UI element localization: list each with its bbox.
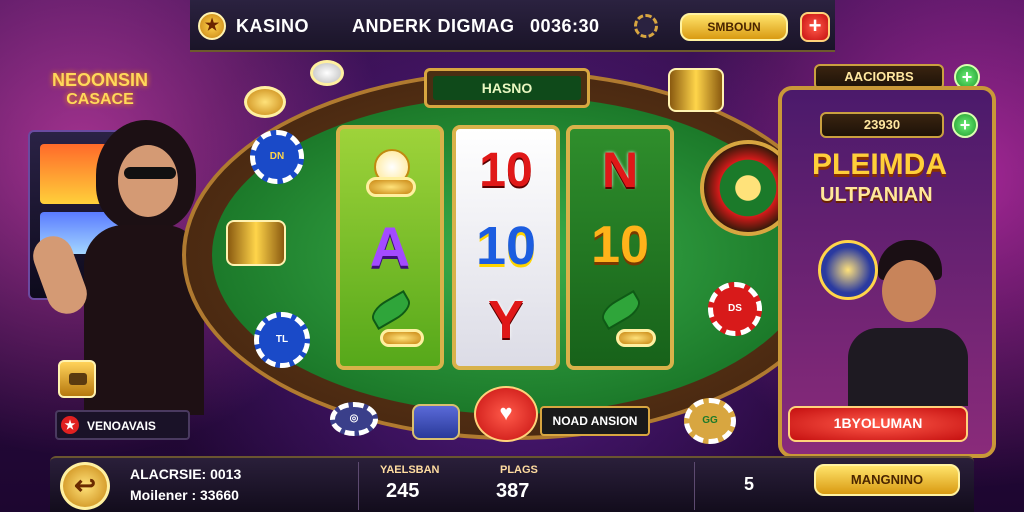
poker-chip-icon: DS [708, 282, 762, 336]
promo-action-button[interactable]: 1BYOLUMAN [788, 406, 968, 442]
count-value: 5 [744, 474, 755, 494]
score-field: 23930 [820, 112, 944, 138]
neon-sign-line2: CASACE [66, 91, 134, 108]
stat1-value: 245 [386, 480, 420, 502]
plus-icon[interactable]: + [800, 12, 830, 42]
gold-coin-icon [616, 329, 656, 347]
leaf-icon [367, 289, 415, 331]
gold-chip-button[interactable]: GG [684, 398, 736, 444]
plus-icon[interactable]: + [952, 112, 978, 138]
promo-panel: 23930 + PLEIMDA ULTPANIAN 1BYOLUMAN [778, 86, 996, 458]
poker-chip-icon: DN [250, 130, 304, 184]
promo-title-line2: ULTPANIAN [820, 184, 933, 206]
left-label-box[interactable]: ★ VENOAVAIS [55, 410, 190, 440]
score-field-text: 23930 [863, 117, 901, 132]
gold-barrel-icon [668, 68, 724, 112]
warning-icon: ★ [61, 416, 79, 434]
reel-symbol-a: A [369, 215, 411, 278]
right-top-field-text: AACIORBS [844, 69, 914, 84]
logo-icon[interactable]: ★ [198, 12, 226, 40]
gold-action-label: SMBOUN [707, 20, 761, 34]
back-arrow-icon[interactable]: ↩ [60, 462, 110, 510]
gold-coin-icon [380, 329, 424, 347]
reel-symbol-10-top: 10 [479, 144, 533, 197]
bottom-action-button[interactable]: MANGNINO [814, 464, 960, 496]
spin-button[interactable]: ♥ [474, 386, 538, 442]
leaf-icon [597, 289, 645, 331]
top-bar: ★ KASINO ANDERK DIGMAG 0036:30 SMBOUN + [190, 0, 835, 52]
neon-sign-line1: NEOONSIN [51, 70, 148, 90]
bottom-info-line1: ALACRSIE: 0013 [130, 466, 242, 482]
bottom-action-label: MANGNINO [850, 472, 924, 487]
neon-sign: NEOONSIN CASACE [40, 70, 160, 109]
bottom-info-line2: Moilener : 33660 [130, 487, 239, 503]
gold-coin-icon [310, 60, 344, 86]
table-banner: HASNO [424, 68, 590, 108]
stat2-label: PLAGS [500, 464, 538, 476]
balance-readout: 0036:30 [530, 16, 600, 36]
reel-2[interactable]: 10 10 Y [452, 125, 560, 370]
gold-action-button[interactable]: SMBOUN [680, 13, 788, 41]
gold-barrel-icon [226, 220, 286, 266]
chip-button[interactable]: ◎ [330, 402, 378, 436]
brand-name: KASINO [236, 16, 310, 36]
table-banner-text: HASNO [433, 76, 581, 100]
header-title: ANDERK DIGMAG [352, 16, 515, 36]
bottom-bar: ↩ ALACRSIE: 0013 Moilener : 33660 YAELSB… [50, 456, 974, 512]
settings-icon[interactable] [634, 14, 658, 38]
character-man [818, 230, 978, 406]
stat2-value: 387 [496, 480, 530, 502]
reel-symbol-n: N [601, 142, 639, 198]
reel-3[interactable]: N 10 [566, 125, 674, 370]
center-info-text: NOAD ANSION [552, 414, 638, 428]
reel-1[interactable]: A [336, 125, 444, 370]
reel-symbol-y: Y [487, 290, 525, 350]
stat1-label: YAELSBAN [380, 464, 440, 476]
gold-coin-icon [244, 86, 286, 118]
reel-symbol-10: 10 [591, 216, 649, 274]
bet-button[interactable] [412, 404, 460, 440]
promo-action-label: 1BYOLUMAN [833, 415, 923, 431]
left-label-text: VENOAVAIS [87, 419, 156, 433]
shield-badge [58, 360, 96, 398]
reel-symbol-10-mid: 10 [475, 216, 537, 276]
poker-chip-icon: TL [254, 312, 310, 368]
gold-coin-icon [366, 177, 416, 197]
center-info-panel: NOAD ANSION [540, 406, 650, 436]
promo-title-line1: PLEIMDA [812, 148, 947, 181]
